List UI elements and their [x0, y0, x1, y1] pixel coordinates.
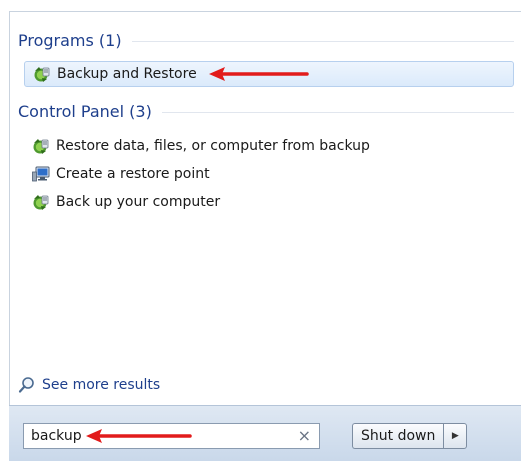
backup-restore-icon: [32, 193, 50, 211]
result-back-up-computer[interactable]: Back up your computer: [24, 189, 514, 215]
see-more-label: See more results: [42, 377, 161, 393]
annotation-arrow-icon: [209, 67, 309, 81]
result-label: Backup and Restore: [57, 66, 197, 82]
group-divider: [161, 111, 514, 113]
result-label: Back up your computer: [56, 194, 221, 210]
clear-search-icon[interactable]: ×: [298, 426, 311, 446]
result-label: Create a restore point: [56, 166, 210, 182]
result-label: Restore data, files, or computer from ba…: [56, 138, 370, 154]
backup-restore-icon: [32, 137, 50, 155]
shutdown-button[interactable]: Shut down: [352, 423, 444, 449]
system-monitor-icon: [32, 165, 50, 183]
annotation-arrow-icon: [86, 429, 192, 443]
shutdown-options-arrow-icon[interactable]: ▶: [443, 423, 468, 449]
programs-group-title: Programs (1): [18, 30, 122, 50]
programs-group-header[interactable]: Programs (1): [18, 28, 514, 52]
result-restore-data[interactable]: Restore data, files, or computer from ba…: [24, 133, 514, 159]
shutdown-control: Shut down ▶: [352, 423, 468, 449]
result-create-restore-point[interactable]: Create a restore point: [24, 161, 514, 187]
see-more-results-link[interactable]: See more results: [18, 374, 160, 396]
control-panel-group-header[interactable]: Control Panel (3): [18, 99, 514, 123]
magnifier-icon: [18, 376, 36, 394]
control-panel-group-title: Control Panel (3): [18, 101, 152, 121]
start-menu-search-panel: Programs (1) Backup and Restore Control …: [0, 0, 521, 461]
backup-restore-icon: [33, 65, 51, 83]
group-divider: [131, 40, 514, 42]
